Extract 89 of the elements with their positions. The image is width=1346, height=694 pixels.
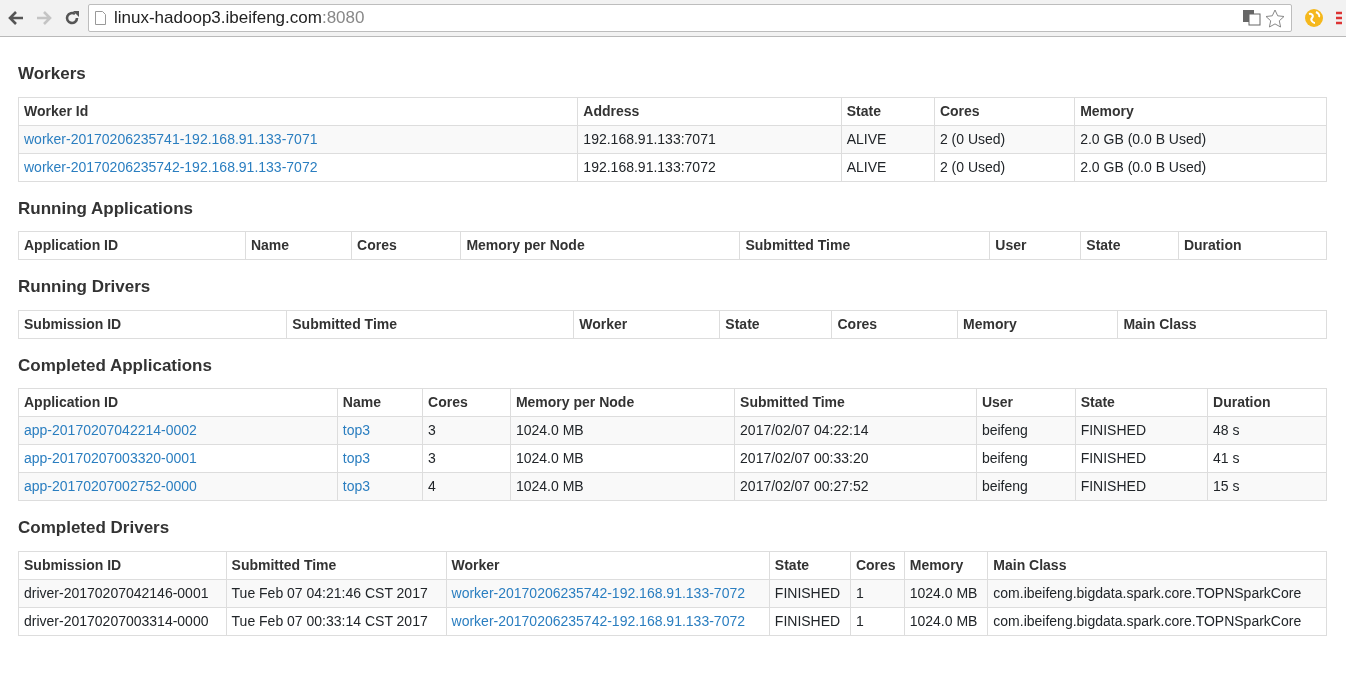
bookmark-star-icon[interactable] — [1265, 8, 1285, 28]
column-header: Submitted Time — [739, 231, 990, 260]
column-header: Duration — [1178, 231, 1327, 260]
column-header: Main Class — [1117, 310, 1327, 338]
table-link[interactable]: top3 — [342, 422, 371, 438]
table-cell: ALIVE — [841, 153, 935, 181]
section-heading: Completed Applications — [18, 354, 213, 377]
table-cell: 15 s — [1207, 472, 1327, 501]
url-host: linux-hadoop3.ibeifeng.com — [114, 7, 322, 30]
table-cell: 1024.0 MB — [510, 416, 735, 445]
table-link[interactable]: top3 — [342, 478, 371, 494]
table-cell: Tue Feb 07 00:33:14 CST 2017 — [226, 607, 447, 635]
table-cell: FINISHED — [769, 607, 851, 635]
table-cell: 192.168.91.133:7071 — [577, 125, 842, 153]
column-header: Cores — [351, 231, 461, 260]
column-header: Submission ID — [18, 310, 287, 338]
table-cell: com.ibeifeng.bigdata.spark.core.TOPNSparkCore — [987, 607, 1327, 635]
column-header: User — [989, 231, 1081, 260]
column-header: Worker Id — [18, 97, 578, 125]
table-cell: beifeng — [976, 444, 1076, 473]
table-cell: FINISHED — [1075, 444, 1208, 473]
column-header: State — [719, 310, 832, 338]
column-header: Memory — [904, 551, 988, 579]
table-cell: 3 — [422, 444, 511, 473]
address-bar[interactable]: linux-hadoop3.ibeifeng.com:8080 — [88, 4, 1292, 32]
column-header: Cores — [850, 551, 905, 579]
column-header: Submitted Time — [226, 551, 447, 579]
table-cell: ALIVE — [841, 125, 935, 153]
table-cell: driver-20170207003314-0000 — [18, 607, 227, 635]
column-header: State — [1075, 388, 1208, 417]
table-cell: 1024.0 MB — [510, 444, 735, 473]
table-cell: 41 s — [1207, 444, 1327, 473]
column-header: Cores — [934, 97, 1075, 125]
column-header: Submitted Time — [286, 310, 574, 338]
column-header: Memory — [957, 310, 1118, 338]
table-cell: 2.0 GB (0.0 B Used) — [1074, 153, 1327, 181]
column-header: Name — [245, 231, 352, 260]
page-icon — [95, 11, 106, 25]
table-cell: FINISHED — [1075, 472, 1208, 501]
table-cell: 2 (0 Used) — [934, 125, 1075, 153]
column-header: Address — [577, 97, 842, 125]
table-cell: Tue Feb 07 04:21:46 CST 2017 — [226, 579, 447, 607]
table-cell: 2 (0 Used) — [934, 153, 1075, 181]
section-heading: Running Drivers — [18, 276, 152, 298]
column-header: Main Class — [987, 551, 1327, 579]
table-link[interactable]: top3 — [342, 450, 371, 466]
table-cell: 2.0 GB (0.0 B Used) — [1074, 125, 1327, 153]
menu-icon[interactable] — [1336, 11, 1342, 25]
table-cell: beifeng — [976, 416, 1076, 445]
column-header: Submission ID — [18, 551, 227, 579]
section-heading: Workers — [18, 63, 87, 85]
column-header: User — [976, 388, 1076, 417]
table-cell: 2017/02/07 00:27:52 — [734, 472, 977, 501]
table-cell: 2017/02/07 04:22:14 — [734, 416, 977, 445]
back-arrow-icon[interactable] — [8, 11, 24, 25]
section-heading: Running Applications — [18, 197, 195, 220]
translate-icon[interactable] — [1243, 10, 1261, 26]
table-cell: 1024.0 MB — [510, 472, 735, 501]
column-header: Application ID — [18, 388, 338, 417]
table-cell: 3 — [422, 416, 511, 445]
column-header: State — [769, 551, 851, 579]
column-header: State — [1080, 231, 1179, 260]
column-header: Memory per Node — [460, 231, 740, 260]
table-cell: beifeng — [976, 472, 1076, 501]
column-header: Cores — [831, 310, 958, 338]
table-cell: FINISHED — [769, 579, 851, 607]
column-header: Duration — [1207, 388, 1327, 417]
column-header: Memory per Node — [510, 388, 735, 417]
column-header: Submitted Time — [734, 388, 977, 417]
column-header: Cores — [422, 388, 511, 417]
column-header: State — [841, 97, 935, 125]
column-header: Application ID — [18, 231, 246, 260]
table-cell: 4 — [422, 472, 511, 501]
table-cell: 1024.0 MB — [904, 607, 988, 635]
table-cell: com.ibeifeng.bigdata.spark.core.TOPNSparkCore — [987, 579, 1327, 607]
reload-icon[interactable] — [64, 10, 80, 26]
column-header: Name — [337, 388, 423, 417]
table-cell: FINISHED — [1075, 416, 1208, 445]
column-header: Worker — [573, 310, 720, 338]
url-port: :8080 — [321, 7, 365, 30]
table-cell: 1024.0 MB — [904, 579, 988, 607]
table-cell: 48 s — [1207, 416, 1327, 445]
column-header: Memory — [1074, 97, 1327, 125]
column-header: Worker — [446, 551, 770, 579]
table-cell: 1 — [850, 607, 905, 635]
table-cell: driver-20170207042146-0001 — [18, 579, 227, 607]
table-cell: 2017/02/07 00:33:20 — [734, 444, 977, 473]
section-heading: Completed Drivers — [18, 517, 171, 539]
table-cell: 192.168.91.133:7072 — [577, 153, 842, 181]
